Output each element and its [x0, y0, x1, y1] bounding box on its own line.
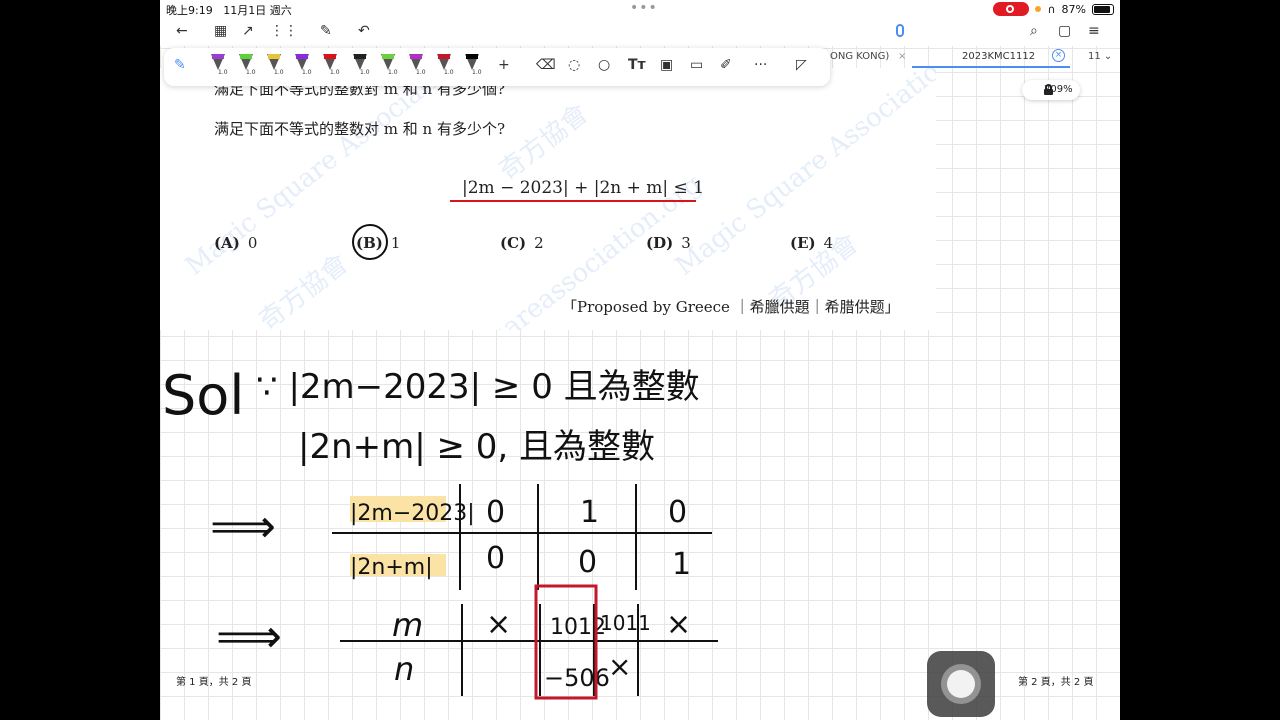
nav-bar: ← ▦ ↗ ⋮⋮ ✎ ↶ ⌕ ▢ ≡	[160, 18, 1120, 46]
pen-tool-violet[interactable]: 1.0	[292, 54, 314, 80]
highlight	[350, 554, 446, 576]
pen-tool-crimson[interactable]: 1.0	[434, 54, 456, 80]
zoom-text: 209%	[1044, 84, 1073, 95]
table1-cell: 0	[486, 541, 505, 576]
question-simplified: 满足下面不等式的整数对 m 和 n 有多少个?	[214, 120, 506, 138]
edit-doc-icon[interactable]: ✎	[320, 23, 332, 39]
mic-in-use-icon	[1035, 6, 1042, 12]
date-text: 11月1日 週六	[223, 4, 292, 17]
table1-row-label: |2n+m|	[350, 555, 433, 580]
bookmark-icon[interactable]: ▢	[1058, 23, 1071, 39]
status-right: ∩ 87%	[993, 2, 1114, 16]
assistive-touch-button[interactable]	[927, 651, 995, 717]
image-tool-icon[interactable]: ▣	[660, 57, 673, 73]
table2-cell: 1012	[550, 615, 606, 640]
tab-count-text: 11	[1088, 51, 1101, 62]
status-bar: 晚上9:19 11月1日 週六 ••• ∩ 87%	[160, 0, 1120, 18]
table1-cell: 0	[486, 495, 505, 530]
time-text: 晚上9:19	[166, 4, 213, 17]
share-icon[interactable]: ↗	[242, 23, 254, 39]
apps-grid-icon[interactable]: ⋮⋮	[270, 23, 298, 39]
answer-circle-annotation	[352, 224, 388, 260]
table1-cell: 0	[578, 545, 597, 580]
collapse-toolbar-icon[interactable]: ◸	[796, 57, 807, 73]
tab-count[interactable]: 11 ⌄	[1088, 51, 1112, 62]
table2-cell: 1011	[600, 611, 651, 635]
back-arrow-icon[interactable]: ←	[176, 23, 188, 39]
grid-view-icon[interactable]: ▦	[214, 23, 227, 39]
annotation-toolbar: ✎ 1.0 1.0 1.0 1.0 1.0 1.0 1.0 1.0 1.0 1.…	[164, 48, 830, 86]
pen-mode-icon[interactable]: ✎	[174, 57, 186, 73]
highlighter-tool-yellow[interactable]: 1.0	[264, 54, 286, 80]
screen-recording-icon[interactable]	[993, 2, 1030, 16]
add-tool-icon[interactable]: +	[498, 57, 510, 73]
option-d: (D) 3	[646, 234, 691, 252]
tab-previous-close-icon[interactable]: ×	[898, 51, 906, 62]
pen-tool-dark[interactable]: 1.0	[462, 54, 484, 80]
option-c: (C) 2	[500, 234, 544, 252]
status-time: 晚上9:19 11月1日 週六	[166, 2, 292, 18]
text-tool-icon[interactable]: Tт	[628, 57, 646, 73]
table1-cell: 0	[668, 495, 687, 530]
pen-tool-black[interactable]: 1.0	[350, 54, 372, 80]
table2-cell: ×	[666, 607, 691, 642]
formula-underline-annotation	[450, 200, 696, 202]
undo-icon[interactable]: ↶	[358, 23, 370, 39]
tab-active[interactable]: 2023KMC1112 ×	[912, 46, 1070, 68]
pen-tool-green[interactable]: 1.0	[236, 54, 258, 80]
pen-tool-lime[interactable]: 1.0	[378, 54, 400, 80]
battery-text: 87%	[1061, 2, 1086, 16]
shape-circle-icon[interactable]: ○	[598, 57, 610, 73]
implies-arrow: ⟹	[216, 609, 282, 663]
lasso-icon[interactable]: ◌	[568, 57, 580, 73]
battery-icon	[1092, 3, 1114, 15]
tab-active-close-icon[interactable]: ×	[1052, 49, 1065, 62]
tab-active-label: 2023KMC1112	[962, 51, 1036, 62]
sol-label: Sol	[162, 364, 244, 427]
mic-icon[interactable]	[896, 24, 904, 37]
option-a: (A) 0	[214, 234, 258, 252]
table2-row-label: m	[392, 606, 423, 644]
headphones-icon: ∩	[1047, 2, 1056, 16]
inequality-formula: |2m − 2023| + |2n + m| ≤ 1	[462, 178, 705, 198]
implies-arrow: ⟹	[210, 499, 276, 553]
tab-previous[interactable]: ONG KONG)	[830, 51, 889, 62]
note-line-1: ∵ |2m−2023| ≥ 0 且為整數	[256, 367, 700, 407]
search-icon[interactable]: ⌕	[1030, 23, 1038, 39]
note-line-2: |2n+m| ≥ 0, 且為整數	[298, 427, 655, 467]
pdf-page: Magic Square Association 奇方協會 Magic Squa…	[160, 68, 936, 330]
watermark: 奇方協會	[253, 248, 355, 330]
table2-cell: ×	[608, 650, 631, 683]
tab-bar: ONG KONG) × 2023KMC1112 × 11 ⌄	[820, 46, 1120, 68]
pen-tool-red[interactable]: 1.0	[320, 54, 342, 80]
answer-box-annotation	[534, 584, 598, 700]
pen-tool-purple[interactable]: 1.0	[208, 54, 230, 80]
highlight	[350, 496, 446, 522]
table1-cell: 1	[672, 547, 691, 582]
watermark: 奇方協會	[493, 98, 595, 187]
eraser-icon[interactable]: ⌫	[536, 57, 556, 73]
table1-cell: 1	[580, 495, 599, 530]
proposed-by: 「Proposed by Greece ｜希臘供題｜希腊供题」	[562, 298, 900, 316]
zoom-indicator[interactable]: 209%	[1022, 80, 1080, 100]
table2-cell: −506	[544, 664, 610, 692]
more-tools-icon[interactable]: ···	[754, 57, 767, 73]
table1-row-label: |2m−2023|	[350, 501, 475, 526]
pen-tool-magenta[interactable]: 1.0	[406, 54, 428, 80]
table2-cell: ×	[486, 607, 511, 642]
more-menu-icon[interactable]: ≡	[1088, 23, 1100, 39]
table2-row-label: n	[394, 650, 414, 688]
ipad-screen: 晚上9:19 11月1日 週六 ••• ∩ 87% ← ▦ ↗ ⋮⋮ ✎ ↶ ⌕…	[160, 0, 1120, 720]
option-e: (E) 4	[790, 234, 834, 252]
page-indicator-right: 第 2 頁，共 2 頁	[1018, 677, 1094, 688]
comment-icon[interactable]: ▭	[690, 57, 703, 73]
multitask-dots-icon[interactable]: •••	[630, 0, 658, 16]
page-indicator-left: 第 1 頁，共 2 頁	[176, 677, 252, 688]
laser-pointer-icon[interactable]: ✐	[720, 57, 732, 73]
